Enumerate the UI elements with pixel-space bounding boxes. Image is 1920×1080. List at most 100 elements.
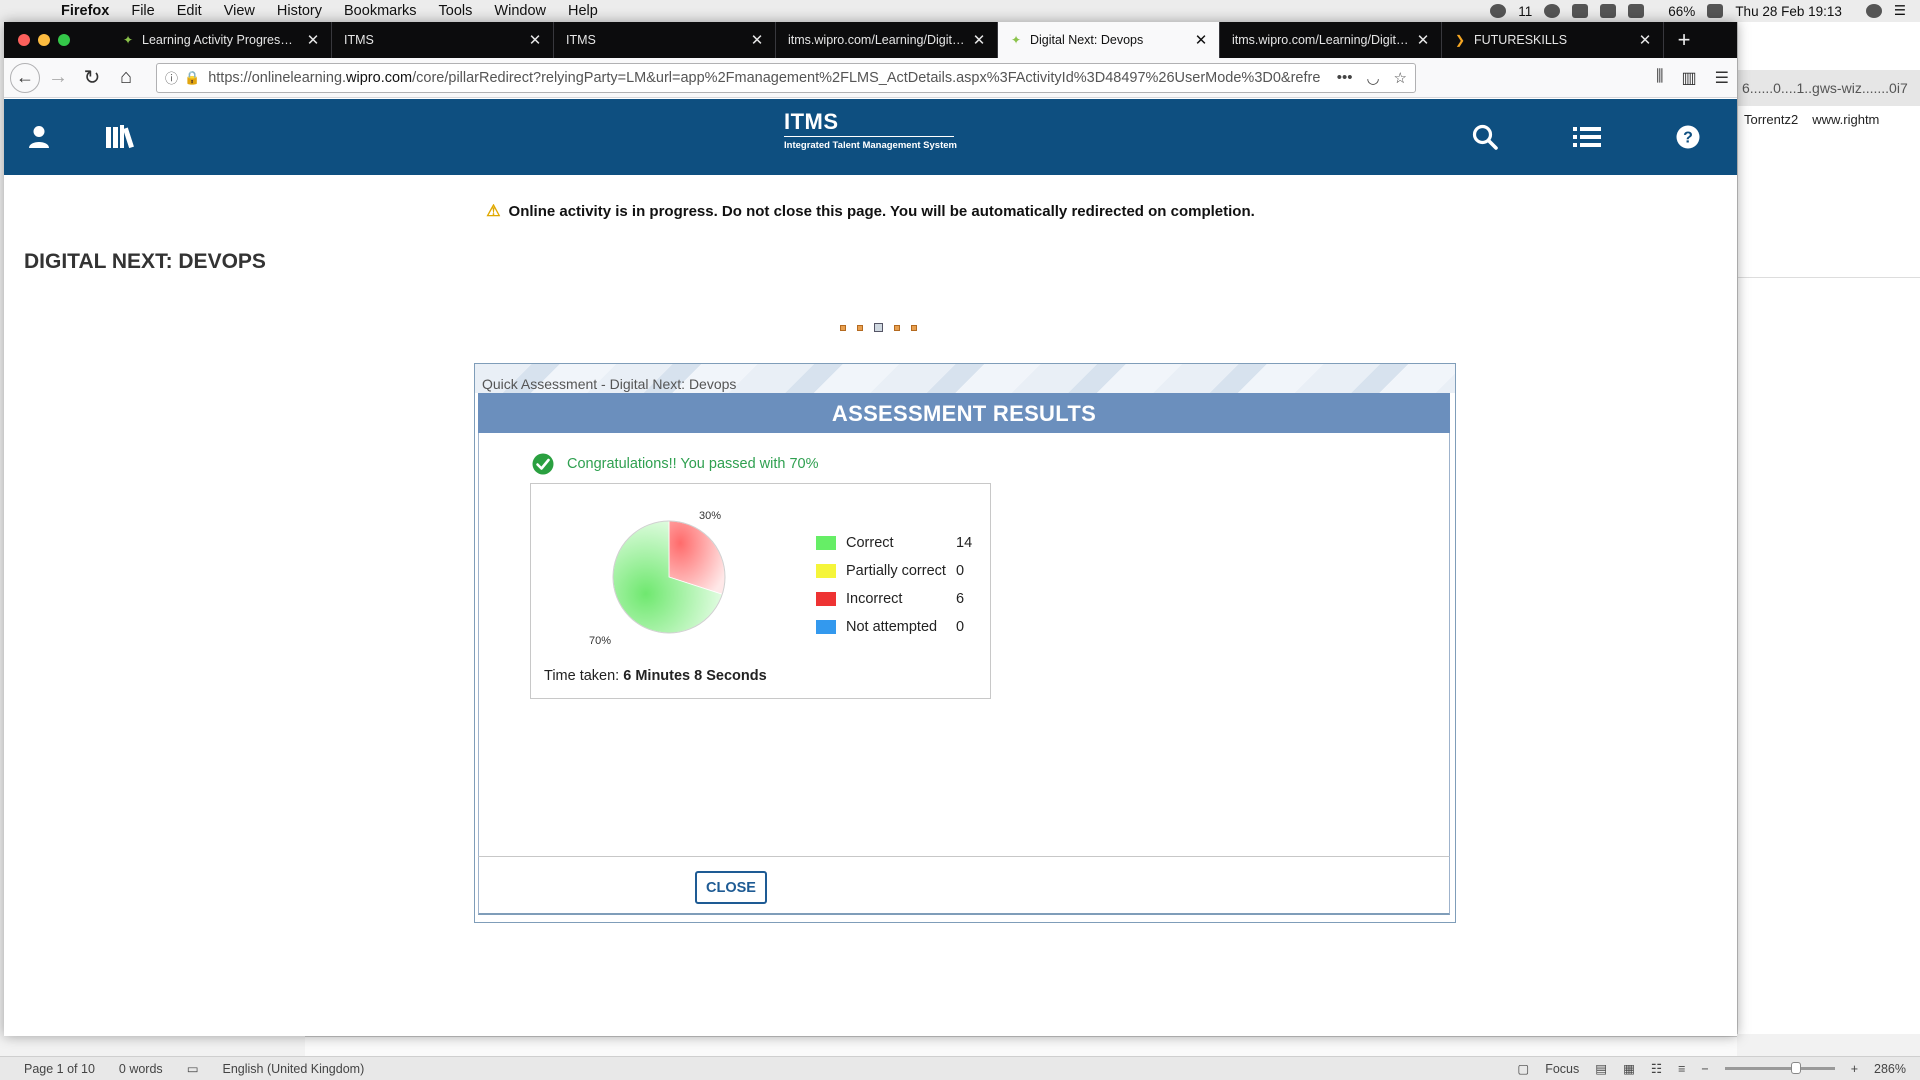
site-info-icon[interactable]: ⓘ <box>165 68 178 87</box>
zoom-window-button[interactable] <box>58 34 70 46</box>
home-button[interactable]: ⌂ <box>110 62 142 94</box>
menu-file[interactable]: File <box>120 3 165 19</box>
zoom-out-icon[interactable]: − <box>1701 1062 1708 1076</box>
menubar-status-area: 11 66% Thu 28 Feb 19:13 ☰ <box>1490 0 1906 22</box>
tray-badge-count[interactable]: 11 <box>1518 4 1532 19</box>
menu-bookmarks[interactable]: Bookmarks <box>333 3 428 19</box>
tab-learning-activity[interactable]: ✦ Learning Activity Progress Details ✕ <box>110 22 332 58</box>
language-indicator[interactable]: English (United Kingdom) <box>223 1062 365 1076</box>
loader-dot <box>874 323 883 332</box>
tab-itms-digitalnext-2[interactable]: itms.wipro.com/Learning/Digitalnext ✕ <box>1220 22 1442 58</box>
outline-icon[interactable]: ☷ <box>1651 1061 1662 1076</box>
focus-mode-button[interactable]: Focus <box>1545 1062 1579 1076</box>
notification-center-icon[interactable]: ☰ <box>1894 3 1906 19</box>
tray-check-icon[interactable] <box>1544 4 1561 18</box>
pocket-icon[interactable]: ◡ <box>1366 69 1379 87</box>
background-url-fragment: 6......0....1..gws-wiz.......0i7 <box>1738 70 1920 106</box>
pie-label-incorrect: 30% <box>699 510 721 522</box>
minimize-window-button[interactable] <box>38 34 50 46</box>
menu-history[interactable]: History <box>266 3 333 19</box>
tab-itms-1[interactable]: ITMS ✕ <box>332 22 554 58</box>
tab-title: Learning Activity Progress Details <box>142 33 299 47</box>
url-text[interactable]: https://onlinelearning.wipro.com/core/pi… <box>208 70 1326 86</box>
itms-logo[interactable]: ITMS Integrated Talent Management System <box>784 109 974 151</box>
url-bar[interactable]: ⓘ 🔒 https://onlinelearning.wipro.com/cor… <box>156 62 1416 93</box>
tab-close-icon[interactable]: ✕ <box>971 31 987 49</box>
tab-futureskills[interactable]: ❯ FUTURESKILLS ✕ <box>1442 22 1664 58</box>
dialog-footer: CLOSE <box>478 856 1450 915</box>
legend-swatch-incorrect <box>816 592 836 606</box>
draft-icon[interactable]: ≡ <box>1678 1062 1685 1076</box>
tab-title: ITMS <box>566 33 596 47</box>
word-count[interactable]: 0 words <box>119 1062 163 1076</box>
bookmark-torrentz2[interactable]: Torrentz2 <box>1744 112 1798 128</box>
zoom-slider-knob[interactable] <box>1790 1062 1801 1074</box>
close-window-button[interactable] <box>18 34 30 46</box>
zoom-in-icon[interactable]: + <box>1851 1062 1858 1076</box>
forward-button[interactable]: → <box>42 62 74 94</box>
tab-close-icon[interactable]: ✕ <box>305 31 321 49</box>
search-icon[interactable] <box>1467 119 1503 155</box>
proofing-icon[interactable]: ▭ <box>187 1061 199 1076</box>
tray-shield-icon[interactable] <box>1600 4 1617 18</box>
dialog-header: ASSESSMENT RESULTS <box>478 393 1450 433</box>
tab-close-icon[interactable]: ✕ <box>749 31 765 49</box>
list-menu-icon[interactable] <box>1569 119 1605 155</box>
sidebar-icon[interactable]: ▥ <box>1682 68 1697 88</box>
tab-close-icon[interactable]: ✕ <box>527 31 543 49</box>
menu-view[interactable]: View <box>213 3 266 19</box>
tab-close-icon[interactable]: ✕ <box>1193 31 1209 49</box>
legend-row-correct: Correct 14 <box>816 529 976 557</box>
dialog-body: Congratulations!! You passed with 70% 30… <box>478 433 1450 856</box>
divider <box>1738 277 1920 278</box>
focus-icon[interactable]: ▢ <box>1517 1061 1529 1076</box>
page-actions-icon[interactable]: ••• <box>1337 69 1353 87</box>
user-profile-icon[interactable] <box>21 119 57 155</box>
tab-close-icon[interactable]: ✕ <box>1415 31 1431 49</box>
battery-percent[interactable]: 66% <box>1668 4 1695 19</box>
tab-itms-2[interactable]: ITMS ✕ <box>554 22 776 58</box>
menu-app-name[interactable]: Firefox <box>50 3 120 19</box>
tab-close-icon[interactable]: ✕ <box>1637 31 1653 49</box>
close-button[interactable]: CLOSE <box>695 871 767 904</box>
menu-edit[interactable]: Edit <box>166 3 213 19</box>
lock-icon[interactable]: 🔒 <box>184 70 200 86</box>
assessment-results-dialog: Quick Assessment - Digital Next: Devops … <box>474 363 1456 923</box>
print-layout-icon[interactable]: ▤ <box>1595 1061 1607 1076</box>
bookmark-star-icon[interactable]: ☆ <box>1394 69 1407 87</box>
legend-swatch-partially-correct <box>816 564 836 578</box>
zoom-slider[interactable] <box>1724 1062 1835 1074</box>
legend-label: Incorrect <box>846 591 903 607</box>
help-icon[interactable]: ? <box>1670 119 1706 155</box>
clock[interactable]: Thu 28 Feb 19:13 <box>1735 4 1842 19</box>
tab-digital-next-devops[interactable]: ✦ Digital Next: Devops ✕ <box>998 22 1220 58</box>
back-button[interactable]: ← <box>10 62 40 93</box>
tab-itms-digitalnext-1[interactable]: itms.wipro.com/Learning/Digitalnext ✕ <box>776 22 998 58</box>
check-circle-icon <box>532 453 554 475</box>
battery-icon[interactable] <box>1707 4 1724 18</box>
menu-help[interactable]: Help <box>557 3 609 19</box>
zoom-level[interactable]: 286% <box>1874 1062 1906 1076</box>
time-taken-value: 6 Minutes 8 Seconds <box>623 668 767 684</box>
bookmark-rightmove[interactable]: www.rightm <box>1812 112 1879 128</box>
chart-legend: Correct 14 Partially correct 0 Incorrect… <box>816 529 976 641</box>
page-count[interactable]: Page 1 of 10 <box>24 1062 95 1076</box>
library-icon[interactable]: ⫼ <box>1656 68 1663 88</box>
new-tab-button[interactable]: + <box>1664 22 1704 58</box>
reload-button[interactable]: ↻ <box>76 62 108 94</box>
hamburger-menu-icon[interactable]: ☰ <box>1715 68 1729 88</box>
web-layout-icon[interactable]: ▦ <box>1623 1061 1635 1076</box>
url-prefix: https://onlinelearning. <box>208 69 347 86</box>
siri-icon[interactable] <box>1865 4 1882 18</box>
menu-window[interactable]: Window <box>483 3 557 19</box>
firefox-window: ✦ Learning Activity Progress Details ✕ I… <box>4 22 1737 1036</box>
legend-label: Not attempted <box>846 619 938 635</box>
time-taken: Time taken: 6 Minutes 8 Seconds <box>544 668 767 684</box>
library-books-icon[interactable] <box>103 119 139 155</box>
tray-app-icon[interactable] <box>1490 4 1507 18</box>
airplay-icon[interactable] <box>1628 4 1645 18</box>
tray-translate-icon[interactable] <box>1572 4 1589 18</box>
menu-tools[interactable]: Tools <box>428 3 484 19</box>
wipro-favicon-icon: ✦ <box>122 33 134 47</box>
dialog-title-bar[interactable]: Quick Assessment - Digital Next: Devops <box>475 364 1455 393</box>
